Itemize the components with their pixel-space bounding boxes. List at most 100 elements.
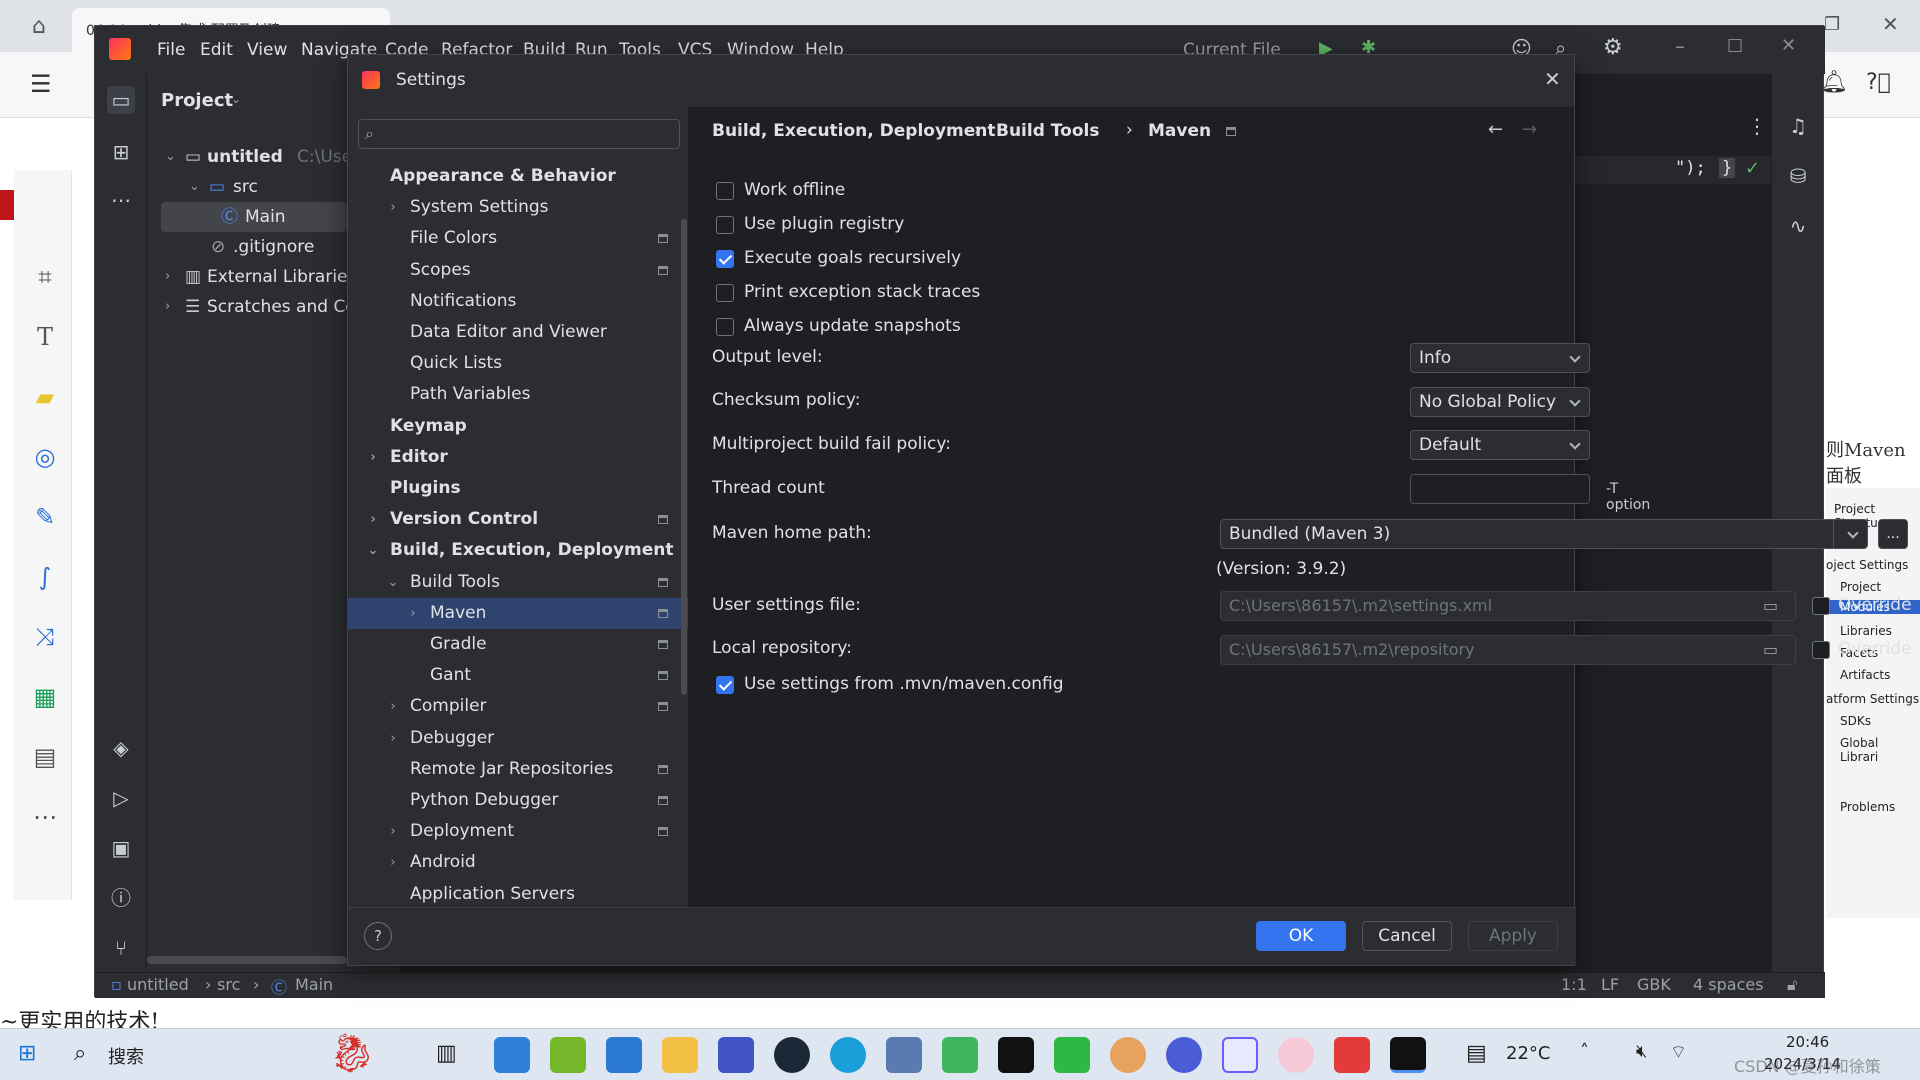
chevron-right-icon[interactable]: › — [386, 691, 400, 722]
local-repository-input[interactable]: C:\Users\86157\.m2\repository ▭ — [1220, 635, 1796, 665]
settings-nav-item[interactable]: Plugins — [348, 473, 688, 504]
browser-app-icon[interactable] — [1166, 1037, 1202, 1073]
settings-nav-item[interactable]: › Editor — [348, 442, 688, 473]
settings-search-input[interactable]: ⌕ — [358, 119, 680, 149]
chevron-down-icon[interactable]: ⌄ — [189, 172, 200, 202]
chevron-down-icon[interactable]: ⌄ — [386, 567, 400, 598]
checkbox-box[interactable] — [716, 250, 734, 268]
blue-b-app-icon[interactable] — [1222, 1037, 1258, 1073]
weather-icon[interactable]: ▤ — [1466, 1041, 1487, 1066]
checkbox-work-offline[interactable]: Work offline — [716, 179, 1016, 203]
chevron-down-icon[interactable]: ⌄ — [231, 92, 241, 106]
dragon-widget-icon[interactable]: 🐉︎ — [328, 1031, 376, 1076]
statusbar-crumb[interactable]: Main — [295, 975, 333, 994]
chevron-right-icon[interactable]: › — [366, 442, 380, 473]
settings-nav-item[interactable]: Scopes — [348, 255, 688, 286]
chevron-right-icon[interactable]: › — [386, 847, 400, 878]
mail-app-icon[interactable] — [606, 1037, 642, 1073]
user-settings-input[interactable]: C:\Users\86157\.m2\settings.xml ▭ — [1220, 591, 1796, 621]
tiktok-app-icon[interactable] — [998, 1037, 1034, 1073]
chevron-right-icon[interactable]: › — [386, 192, 400, 223]
git-icon[interactable]: ⑂ — [107, 934, 135, 962]
lock-icon[interactable]: 🔓︎ — [1787, 975, 1797, 995]
windows-start-icon[interactable]: ⊞ — [18, 1041, 36, 1066]
settings-tree-scrollbar[interactable] — [681, 219, 687, 695]
settings-nav-item[interactable]: Path Variables — [348, 379, 688, 410]
forward-arrow-icon[interactable]: → — [1522, 119, 1537, 140]
settings-nav-item[interactable]: Keymap — [348, 411, 688, 442]
shiba-app-icon[interactable] — [1110, 1037, 1146, 1073]
caret-position[interactable]: 1:1 — [1561, 975, 1587, 994]
structure-icon[interactable]: ⊞ — [107, 138, 135, 166]
menu-edit[interactable]: Edit — [200, 40, 233, 60]
settings-nav-item[interactable]: Gradle — [348, 629, 688, 660]
checkbox-box[interactable] — [716, 676, 734, 694]
window-restore-icon[interactable]: ❐ — [1824, 14, 1840, 35]
chevron-right-icon[interactable]: › — [406, 598, 420, 629]
crop-icon[interactable]: ⌗ — [28, 260, 62, 294]
weather-temperature[interactable]: 22°C — [1506, 1043, 1550, 1064]
checkbox-update-snapshots[interactable]: Always update snapshots — [716, 315, 1016, 339]
more-tools-icon[interactable]: ⋯ — [107, 186, 135, 214]
settings-nav-item[interactable]: › Version Control — [348, 504, 688, 535]
terminal-icon[interactable]: ▣ — [107, 834, 135, 862]
checkbox-plugin-registry[interactable]: Use plugin registry — [716, 213, 1016, 237]
thread-count-input[interactable] — [1410, 474, 1590, 504]
back-arrow-icon[interactable]: ← — [1488, 119, 1503, 140]
chevron-right-icon[interactable]: › — [366, 504, 380, 535]
problems-icon[interactable]: ⓘ — [107, 884, 135, 912]
multiproject-policy-select[interactable]: Default — [1410, 430, 1590, 460]
checkbox-box[interactable] — [716, 318, 734, 336]
checkbox-print-stack-traces[interactable]: Print exception stack traces — [716, 281, 1016, 305]
notifications-bell-icon[interactable]: ♫ — [1784, 112, 1812, 140]
database-icon[interactable]: ⛁ — [1784, 162, 1812, 190]
curve-icon[interactable]: ∫ — [28, 560, 62, 594]
pen-icon[interactable]: ✎ — [28, 500, 62, 534]
more-icon[interactable]: ⋯ — [28, 800, 62, 834]
settings-nav-item[interactable]: › System Settings — [348, 192, 688, 223]
settings-nav-item[interactable]: › Maven — [348, 598, 688, 629]
tree-item-main[interactable]: Ⓒ Main — [161, 202, 347, 232]
project-folder-icon[interactable]: ▭ — [107, 86, 135, 114]
shapes-icon[interactable]: ◎ — [28, 440, 62, 474]
folder-icon[interactable]: ▭ — [1763, 592, 1778, 620]
wechat-app-icon[interactable] — [1054, 1037, 1090, 1073]
layers-icon[interactable]: ◈ — [107, 734, 135, 762]
settings-nav-item[interactable]: Quick Lists — [348, 348, 688, 379]
project-panel-header[interactable]: Project — [161, 90, 233, 111]
menu-icon[interactable]: ☰ — [30, 70, 52, 98]
services-icon[interactable]: ▷ — [107, 784, 135, 812]
connector-icon[interactable]: ⤨ — [28, 620, 62, 654]
horizontal-scrollbar[interactable] — [147, 956, 347, 964]
bilibili-app-icon[interactable] — [886, 1037, 922, 1073]
file-encoding[interactable]: GBK — [1637, 975, 1671, 994]
settings-nav-item[interactable]: Python Debugger — [348, 785, 688, 816]
store-app-icon[interactable] — [494, 1037, 530, 1073]
settings-nav-item[interactable]: ⌄ Build Tools — [348, 567, 688, 598]
chevron-down-icon[interactable]: ⌄ — [165, 142, 176, 172]
settings-nav-item[interactable]: Appearance & Behavior — [348, 161, 688, 192]
checkbox-box[interactable] — [716, 284, 734, 302]
ok-button[interactable]: OK — [1256, 921, 1346, 951]
chevron-right-icon[interactable]: › — [386, 723, 400, 754]
menu-file[interactable]: File — [157, 40, 185, 60]
dialog-close-icon[interactable]: ✕ — [1544, 67, 1561, 91]
chevron-right-icon[interactable]: › — [165, 262, 170, 292]
apply-button[interactable]: Apply — [1468, 921, 1558, 951]
table-icon[interactable]: ▦ — [28, 680, 62, 714]
settings-nav-item[interactable]: › Compiler — [348, 691, 688, 722]
steam-app-icon[interactable] — [774, 1037, 810, 1073]
local-repository-override-checkbox[interactable] — [1812, 641, 1830, 659]
wps-app-icon[interactable] — [1334, 1037, 1370, 1073]
volume-muted-icon[interactable]: 🔇︎ — [1636, 1041, 1647, 1062]
video-player-icon[interactable] — [942, 1037, 978, 1073]
notes-app-icon[interactable] — [718, 1037, 754, 1073]
intellij-app-icon[interactable] — [1390, 1037, 1426, 1073]
settings-nav-item[interactable]: Notifications — [348, 286, 688, 317]
chevron-up-icon[interactable]: ˄ — [1580, 1041, 1589, 1062]
breadcrumb-item[interactable]: Build Tools — [996, 121, 1099, 141]
network-icon[interactable]: ⌔ — [1670, 1041, 1687, 1064]
output-level-select[interactable]: Info — [1410, 343, 1590, 373]
settings-nav-item[interactable]: Remote Jar Repositories — [348, 754, 688, 785]
maven-home-browse-button[interactable]: ... — [1878, 519, 1908, 549]
